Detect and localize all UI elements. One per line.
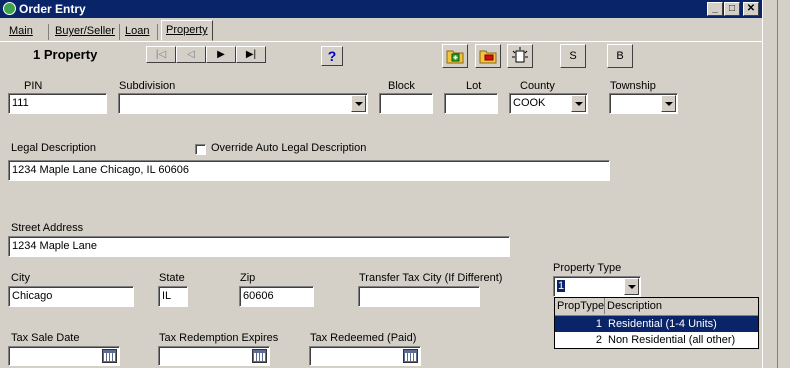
pin-label: PIN (24, 80, 43, 92)
row-code: 1 (595, 318, 602, 330)
property-type-value: 1 (557, 280, 566, 292)
last-icon: ▶| (245, 49, 257, 60)
tab-loan-label: Loan (125, 25, 150, 37)
first-record-button[interactable]: |◁ (146, 46, 176, 63)
panel-top-border (0, 41, 762, 42)
delete-folder-icon (479, 50, 497, 64)
dropdown-row[interactable]: 2 Non Residential (all other) (555, 332, 758, 348)
tab-separator (119, 24, 120, 40)
chevron-down-icon[interactable] (661, 95, 676, 112)
subdivision-label: Subdivision (119, 80, 176, 92)
window-title: Order Entry (19, 2, 86, 16)
city-input[interactable]: Chicago (8, 286, 134, 307)
zip-label: Zip (240, 272, 256, 284)
dropdown-header: PropType Description (555, 298, 758, 316)
add-folder-icon (446, 50, 464, 64)
next-icon: ▶ (217, 49, 225, 60)
column-header: Description (607, 300, 663, 312)
override-legal-label: Override Auto Legal Description (211, 142, 367, 154)
app-icon (3, 2, 16, 15)
minimize-icon: _ (712, 3, 718, 14)
row-description: Residential (1-4 Units) (608, 318, 717, 330)
tax-redeemed-label: Tax Redeemed (Paid) (310, 332, 417, 344)
legal-description-input[interactable]: 1234 Maple Lane Chicago, IL 60606 (8, 160, 610, 181)
county-value: COOK (513, 97, 546, 109)
tab-buyer-seller[interactable]: Buyer/Seller (52, 23, 118, 41)
maximize-button[interactable]: □ (724, 2, 740, 16)
add-record-button[interactable] (442, 44, 468, 68)
zip-input[interactable]: 60606 (239, 286, 314, 307)
prev-icon: ◁ (187, 49, 195, 60)
tab-loan[interactable]: Loan (122, 23, 152, 41)
property-type-select[interactable]: 1 (553, 276, 641, 297)
county-label: County (520, 80, 555, 92)
chevron-down-icon[interactable] (624, 278, 639, 295)
transfer-tax-city-label: Transfer Tax City (If Different) (359, 272, 503, 284)
row-code: 2 (595, 334, 602, 346)
s-button-label: S (569, 50, 577, 62)
s-button[interactable]: S (560, 44, 586, 68)
township-select[interactable] (609, 93, 678, 114)
street-address-label: Street Address (11, 222, 84, 234)
lot-input[interactable] (444, 93, 498, 114)
property-type-label: Property Type (553, 262, 622, 274)
b-button-label: B (616, 50, 624, 62)
state-label: State (159, 272, 185, 284)
calendar-icon[interactable] (403, 349, 418, 363)
maximize-icon: □ (728, 3, 736, 14)
tax-redemption-expires-label: Tax Redemption Expires (159, 332, 279, 344)
first-icon: |◁ (155, 49, 167, 60)
city-label: City (11, 272, 30, 284)
tab-property-label: Property (166, 24, 208, 36)
tax-redemption-expires-input[interactable] (158, 346, 270, 366)
tax-sale-date-input[interactable] (8, 346, 120, 366)
delete-record-button[interactable] (475, 44, 501, 68)
pin-input[interactable]: 111 (8, 93, 107, 114)
dropdown-row[interactable]: 1 Residential (1-4 Units) (555, 316, 758, 332)
tab-separator (157, 24, 158, 40)
next-record-button[interactable]: ▶ (206, 46, 236, 63)
calendar-icon[interactable] (252, 349, 267, 363)
tab-property[interactable]: Property (161, 20, 213, 41)
block-label: Block (388, 80, 415, 92)
prev-record-button[interactable]: ◁ (176, 46, 206, 63)
subdivision-select[interactable] (118, 93, 368, 114)
last-record-button[interactable]: ▶| (236, 46, 266, 63)
column-header: PropType (557, 298, 605, 314)
title-bar: Order Entry _ □ ✕ (0, 0, 762, 18)
property-type-dropdown[interactable]: PropType Description 1 Residential (1-4 … (554, 297, 759, 349)
tax-redeemed-input[interactable] (309, 346, 421, 366)
tab-separator (48, 24, 49, 40)
block-input[interactable] (379, 93, 433, 114)
sparkle-document-icon (512, 47, 528, 63)
record-label: 1 Property (33, 47, 98, 62)
override-legal-checkbox[interactable] (195, 144, 206, 155)
help-icon: ? (327, 48, 337, 64)
b-button[interactable]: B (607, 44, 633, 68)
divider (777, 0, 778, 368)
close-button[interactable]: ✕ (743, 2, 759, 16)
state-input[interactable]: IL (158, 286, 188, 307)
township-label: Township (610, 80, 656, 92)
legal-description-label: Legal Description (11, 142, 96, 154)
calendar-icon[interactable] (102, 349, 117, 363)
chevron-down-icon[interactable] (571, 95, 586, 112)
minimize-button[interactable]: _ (707, 2, 723, 16)
street-address-input[interactable]: 1234 Maple Lane (8, 236, 510, 257)
county-select[interactable]: COOK (509, 93, 588, 114)
help-button[interactable]: ? (321, 46, 343, 66)
lot-label: Lot (466, 80, 482, 92)
new-document-button[interactable] (507, 44, 533, 68)
close-icon: ✕ (746, 3, 756, 14)
tax-sale-date-label: Tax Sale Date (11, 332, 80, 344)
tab-buyer-seller-label: Buyer/Seller (55, 25, 115, 37)
row-description: Non Residential (all other) (608, 334, 736, 346)
tab-main-label: Main (9, 25, 33, 37)
transfer-tax-city-input[interactable] (358, 286, 480, 307)
chevron-down-icon[interactable] (351, 95, 366, 112)
background-area (762, 0, 790, 368)
tab-main[interactable]: Main (6, 23, 36, 41)
